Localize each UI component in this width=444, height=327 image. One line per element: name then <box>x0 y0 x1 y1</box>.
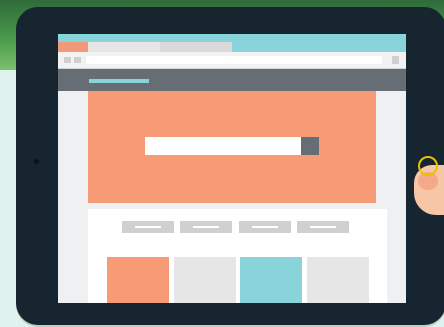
browser-menu-button[interactable] <box>392 56 399 64</box>
tablet-screen <box>58 34 406 303</box>
menu-button-label <box>252 226 278 228</box>
menu-button-label <box>310 226 336 228</box>
website-page <box>88 91 387 303</box>
back-button[interactable] <box>64 57 71 63</box>
search-button[interactable] <box>301 137 319 155</box>
hero-banner <box>88 91 376 203</box>
forward-button[interactable] <box>74 57 81 63</box>
browser-tab-active[interactable] <box>58 42 88 52</box>
menu-button[interactable] <box>122 221 174 233</box>
browser-tab[interactable] <box>88 42 160 52</box>
content-tile[interactable] <box>307 257 369 303</box>
browser-tab-bar <box>58 34 406 52</box>
menu-button[interactable] <box>297 221 349 233</box>
ring-icon <box>418 156 438 176</box>
menu-button-label <box>193 226 219 228</box>
camera-icon <box>34 159 39 164</box>
url-field[interactable] <box>86 56 382 64</box>
search-input[interactable] <box>145 137 301 155</box>
site-logo[interactable] <box>89 79 149 83</box>
content-tile[interactable] <box>174 257 236 303</box>
menu-button[interactable] <box>239 221 291 233</box>
content-tile[interactable] <box>107 257 169 303</box>
content-tile[interactable] <box>240 257 302 303</box>
site-nav-bar <box>58 69 406 91</box>
browser-address-bar <box>58 52 406 69</box>
menu-button-label <box>135 226 161 228</box>
browser-tab[interactable] <box>160 42 232 52</box>
content-section <box>88 209 387 303</box>
menu-button[interactable] <box>180 221 232 233</box>
